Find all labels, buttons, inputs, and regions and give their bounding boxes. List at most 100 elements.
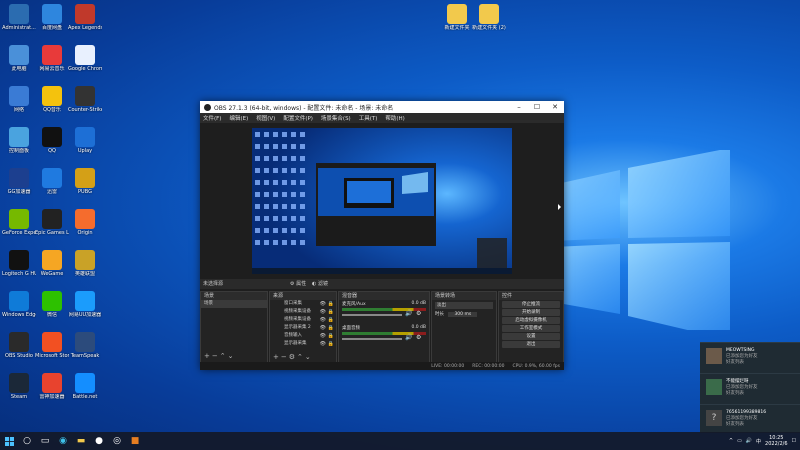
add-scene-icon[interactable]: + <box>204 352 212 360</box>
lock-icon[interactable]: 🔒 <box>328 324 334 332</box>
close-icon[interactable]: ✕ <box>546 101 564 113</box>
network-icon[interactable]: ▭ <box>737 438 742 444</box>
menu-edit[interactable]: 编辑(E) <box>229 114 248 122</box>
uplay-icon[interactable]: Uplay <box>68 127 102 161</box>
teamspeak-icon[interactable]: TeamSpeak <box>68 332 102 366</box>
baidu-icon[interactable]: 百度网盘 <box>35 4 69 38</box>
preview-canvas[interactable] <box>252 128 512 274</box>
folder-icon[interactable]: 新建文件夹 <box>440 4 474 38</box>
leishen-icon[interactable]: 雷神加速器 <box>35 373 69 407</box>
battlenet-icon[interactable]: Battle.net <box>68 373 102 407</box>
csgo-icon[interactable]: Counter-Strike <box>68 86 102 120</box>
origin-icon[interactable]: Origin <box>68 209 102 243</box>
menu-help[interactable]: 帮助(H) <box>385 114 404 122</box>
properties-button[interactable]: ⚙ 属性 <box>290 280 306 287</box>
lock-icon[interactable]: 🔒 <box>328 308 334 316</box>
menu-scene-collection[interactable]: 场景集合(S) <box>321 114 351 122</box>
chrome-icon[interactable]: Google Chrome <box>68 45 102 79</box>
duration-input[interactable]: 300 ms <box>448 312 478 317</box>
source-item[interactable]: 视频采集设备 👁 🔒 <box>270 316 336 324</box>
remove-source-icon[interactable]: − <box>281 353 289 361</box>
store-icon[interactable]: Microsoft Store <box>35 332 69 366</box>
stop-streaming-button[interactable]: 停止推流 <box>502 301 560 308</box>
edge-icon[interactable]: ◉ <box>54 432 72 450</box>
eye-icon[interactable]: 👁 <box>320 300 326 308</box>
eye-icon[interactable]: 👁 <box>320 316 326 324</box>
source-item[interactable]: 音频输入 👁 🔒 <box>270 332 336 340</box>
control-panel-icon[interactable]: 控制面板 <box>2 127 36 161</box>
search-icon[interactable]: ○ <box>18 432 36 450</box>
studio-mode-button[interactable]: 工作室模式 <box>502 325 560 332</box>
gg-icon[interactable]: GG加速器 <box>2 168 36 202</box>
obs-icon[interactable]: OBS Studio <box>2 332 36 366</box>
gear-icon[interactable]: ⚙ <box>416 310 421 317</box>
move-down-icon[interactable]: ⌄ <box>228 352 236 360</box>
task-view-icon[interactable]: ▭ <box>36 432 54 450</box>
user-folder-icon[interactable]: Administrat... <box>2 4 36 38</box>
uu-icon[interactable]: 网易UU加速器 <box>68 291 102 325</box>
steam-icon[interactable]: Steam <box>2 373 36 407</box>
pubg-icon[interactable]: PUBG <box>68 168 102 202</box>
lock-icon[interactable]: 🔒 <box>328 300 334 308</box>
notification-card[interactable]: MEOWTSING 已添加您为好友 好友列表 <box>700 342 800 373</box>
geforce-icon[interactable]: GeForce Experience <box>2 209 36 243</box>
qq-music-icon[interactable]: QQ音乐 <box>35 86 69 120</box>
speaker-icon[interactable]: 🔊 <box>405 334 412 341</box>
source-settings-icon[interactable]: ⚙ <box>289 353 297 361</box>
menu-file[interactable]: 文件(F) <box>203 114 221 122</box>
lock-icon[interactable]: 🔒 <box>328 340 334 348</box>
eye-icon[interactable]: 👁 <box>320 332 326 340</box>
epic-icon[interactable]: Epic Games Launcher <box>35 209 69 243</box>
menu-view[interactable]: 视图(V) <box>256 114 275 122</box>
folder-icon[interactable]: 新建文件夹 (2) <box>472 4 506 38</box>
source-item[interactable]: 视频采集设备 👁 🔒 <box>270 308 336 316</box>
volume-icon[interactable]: 🔊 <box>746 438 752 444</box>
move-up-icon[interactable]: ⌃ <box>220 352 228 360</box>
clock[interactable]: 10:25 2022/2/6 <box>765 435 787 447</box>
start-virtual-camera-button[interactable]: 启动虚拟摄像机 <box>502 317 560 324</box>
apex-icon[interactable]: Apex Legends <box>68 4 102 38</box>
taskbar-app-icon[interactable]: ■ <box>126 432 144 450</box>
steam-taskbar-icon[interactable]: ◎ <box>108 432 126 450</box>
maximize-icon[interactable]: ☐ <box>528 101 546 113</box>
filters-button[interactable]: ◐ 滤镜 <box>312 280 328 287</box>
logitech-icon[interactable]: Logitech G HUB <box>2 250 36 284</box>
obs-taskbar-icon[interactable]: ● <box>90 432 108 450</box>
eye-icon[interactable]: 👁 <box>320 308 326 316</box>
exit-button[interactable]: 退出 <box>502 341 560 348</box>
lock-icon[interactable]: 🔒 <box>328 332 334 340</box>
move-down-icon[interactable]: ⌄ <box>305 353 313 361</box>
file-explorer-icon[interactable]: ▬ <box>72 432 90 450</box>
eye-icon[interactable]: 👁 <box>320 324 326 332</box>
gear-icon[interactable]: ⚙ <box>416 334 421 341</box>
notification-center-icon[interactable]: ☐ <box>792 438 796 444</box>
volume-slider[interactable] <box>342 314 402 316</box>
lock-icon[interactable]: 🔒 <box>328 316 334 324</box>
lol-icon[interactable]: 英雄联盟 <box>68 250 102 284</box>
qq-icon[interactable]: QQ <box>35 127 69 161</box>
source-item[interactable]: 显示器采集 👁 🔒 <box>270 340 336 348</box>
volume-slider[interactable] <box>342 338 402 340</box>
minimize-icon[interactable]: – <box>510 101 528 113</box>
input-method-icon[interactable]: 中 <box>756 438 761 445</box>
move-up-icon[interactable]: ⌃ <box>297 353 305 361</box>
menu-tools[interactable]: 工具(T) <box>359 114 378 122</box>
xunlei-icon[interactable]: 迅雷 <box>35 168 69 202</box>
menu-profile[interactable]: 配置文件(P) <box>283 114 313 122</box>
start-button[interactable] <box>0 432 18 450</box>
obs-window[interactable]: OBS 27.1.3 (64-bit, windows) - 配置文件: 未命名… <box>200 101 564 370</box>
computer-icon[interactable]: 此电脑 <box>2 45 36 79</box>
scene-item[interactable]: 场景 <box>201 300 267 308</box>
source-item[interactable]: 显示器采集 2 👁 🔒 <box>270 324 336 332</box>
source-item[interactable]: 窗口采集 👁 🔒 <box>270 300 336 308</box>
notification-card[interactable]: ? 76561199389816 已添加您为好友 好友列表 <box>700 404 800 433</box>
settings-button[interactable]: 设置 <box>502 333 560 340</box>
network-icon[interactable]: 网络 <box>2 86 36 120</box>
transition-select[interactable]: 淡出 <box>435 302 493 309</box>
start-recording-button[interactable]: 开始录制 <box>502 309 560 316</box>
add-source-icon[interactable]: + <box>273 353 281 361</box>
obs-title-bar[interactable]: OBS 27.1.3 (64-bit, windows) - 配置文件: 未命名… <box>200 101 564 113</box>
eye-icon[interactable]: 👁 <box>320 340 326 348</box>
wegame-icon[interactable]: WeGame <box>35 250 69 284</box>
notification-card[interactable]: 不能摆烂呀 已添加您为好友 好友列表 <box>700 373 800 404</box>
